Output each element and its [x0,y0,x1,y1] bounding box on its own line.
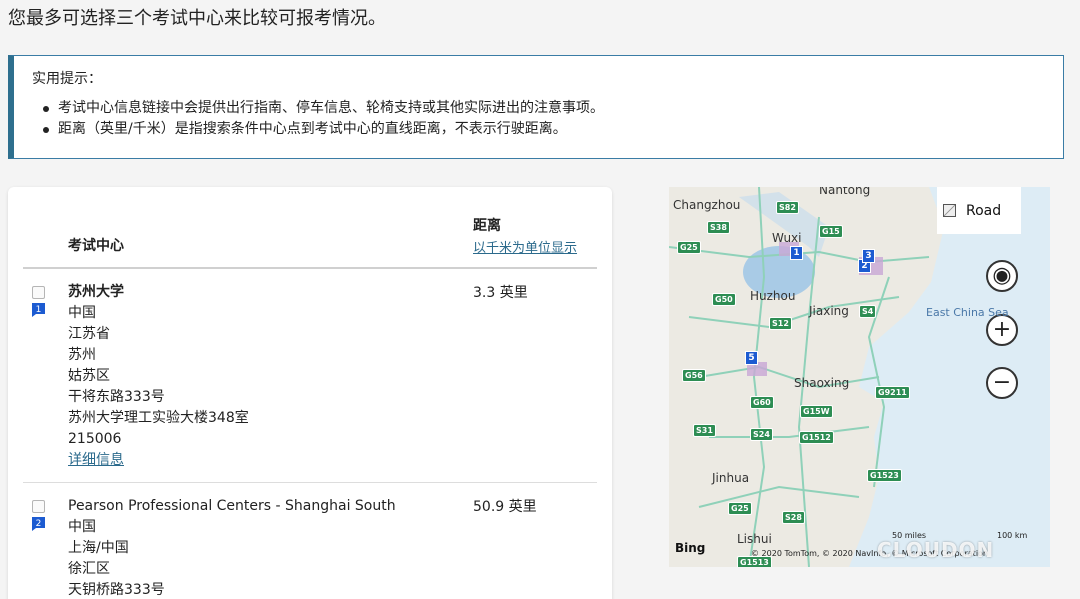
plus-icon: + [992,317,1012,342]
highway-shield: G15W [800,405,833,418]
center-name: Pearson Professional Centers - Shanghai … [68,498,396,514]
highway-shield: S82 [776,201,799,214]
sea-label: East China Sea [926,306,1009,319]
address-line: 中国 [68,519,96,535]
minus-icon: − [992,370,1012,395]
center-address: Pearson Professional Centers - Shanghai … [68,496,396,599]
column-header-center: 考试中心 [68,238,124,254]
center-address: 苏州大学 中国 江苏省 苏州 姑苏区 干将东路333号 苏州大学理工实验大楼34… [68,282,249,471]
results-panel: 考试中心 距离 以千米为单位显示 1 苏州大学 中国 江苏省 苏州 姑苏区 干将… [8,187,612,599]
header-divider [23,267,597,269]
select-checkbox[interactable] [32,286,45,299]
highway-shield: G1512 [799,431,834,444]
city-label: Lishui [737,532,772,546]
address-line: 江苏省 [68,326,110,342]
distance-value: 3.3 英里 [473,285,528,301]
highway-shield: G9211 [875,386,910,399]
highway-shield: S38 [707,221,730,234]
map-pin[interactable]: 3 [862,249,875,263]
tip-item: 距离（英里/千米）是指搜索条件中心点到考试中心的直线距离，不表示行驶距离。 [43,119,1063,140]
address-line: 徐汇区 [68,561,110,577]
highway-shield: S28 [782,511,805,524]
bing-logo: Bing [675,541,706,555]
row-divider [23,482,597,483]
svg-text:2: 2 [36,519,42,529]
highway-shield: S4 [859,305,877,318]
city-label: Jiaxing [809,304,849,318]
scale-km: 100 km [997,531,1028,540]
column-header-distance: 距离 [473,218,501,234]
map-style-button[interactable]: Road [937,187,1021,234]
tips-title: 实用提示： [32,71,102,87]
svg-text:1: 1 [36,305,42,315]
highway-shield: G50 [712,293,736,306]
city-label: Nantong [819,187,871,197]
toggle-km-link[interactable]: 以千米为单位显示 [473,237,577,256]
highway-shield: S12 [769,317,792,330]
address-line: 天钥桥路333号 [68,582,165,598]
select-checkbox[interactable] [32,500,45,513]
map-pin[interactable]: 5 [745,351,758,365]
map-pin[interactable]: 1 [790,246,803,260]
address-line: 苏州大学理工实验大楼348室 [68,410,249,426]
map-pin-icon: 2 [32,517,45,531]
tip-item: 考试中心信息链接中会提供出行指南、停车信息、轮椅支持或其他实际进出的注意事项。 [43,98,1063,119]
address-line: 干将东路333号 [68,389,165,405]
address-line: 上海/中国 [68,540,129,556]
highway-shield: G60 [750,396,774,409]
city-label: Jinhua [712,471,750,485]
zoom-out-button[interactable]: − [986,367,1018,399]
address-line: 苏州 [68,347,96,363]
watermark: CLOUDON [877,538,995,562]
locate-button[interactable]: ◉ [986,260,1018,292]
highway-shield: G25 [728,502,752,515]
center-name: 苏州大学 [68,284,124,300]
tips-panel: 实用提示： 考试中心信息链接中会提供出行指南、停车信息、轮椅支持或其他实际进出的… [8,55,1064,159]
details-link[interactable]: 详细信息 [68,450,249,471]
locate-icon: ◉ [992,263,1012,288]
highway-shield: S31 [693,424,716,437]
road-map-icon [943,204,956,217]
city-label: Huzhou [750,289,796,303]
map-view[interactable]: Road ◉ + − Nantong Changzhou Wuxi Huzhou… [669,187,1050,567]
tips-list: 考试中心信息链接中会提供出行指南、停车信息、轮椅支持或其他实际进出的注意事项。 … [32,98,1063,140]
highway-shield: G15 [819,225,843,238]
map-style-label: Road [966,202,1002,219]
address-line: 中国 [68,305,96,321]
city-label: Wuxi [772,231,802,245]
distance-value: 50.9 英里 [473,499,537,515]
city-label: Changzhou [673,198,741,212]
highway-shield: S24 [750,428,773,441]
highway-shield: G56 [682,369,706,382]
highway-shield: G1523 [867,469,902,482]
city-label: Shaoxing [794,376,850,390]
intro-text: 您最多可选择三个考试中心来比较可报考情况。 [8,8,386,29]
highway-shield: G25 [677,241,701,254]
address-line: 215006 [68,431,122,447]
address-line: 姑苏区 [68,368,110,384]
map-pin-icon: 1 [32,303,45,317]
